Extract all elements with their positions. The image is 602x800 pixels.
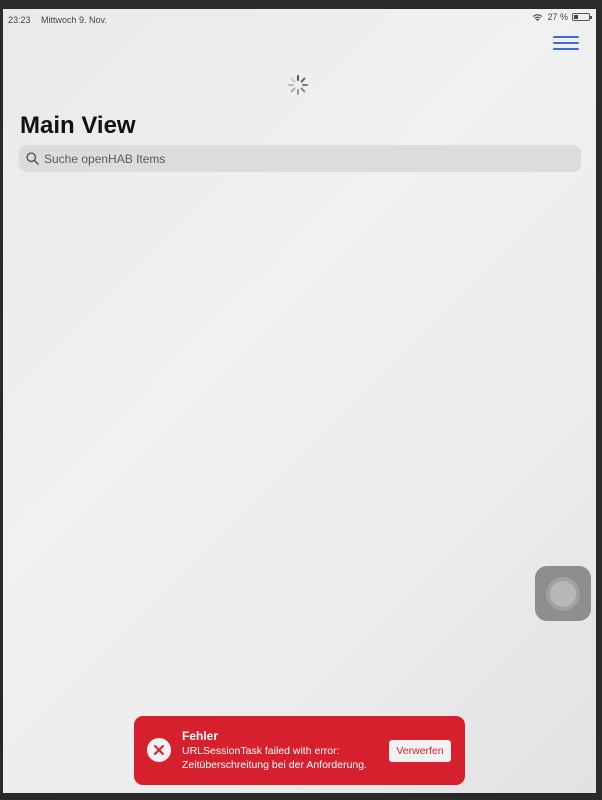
error-toast: Fehler URLSessionTask failed with error:…	[134, 716, 465, 785]
battery-icon	[572, 13, 592, 21]
battery-percentage: 27 %	[547, 12, 568, 22]
wifi-icon	[533, 13, 543, 21]
dismiss-button[interactable]: Verwerfen	[389, 740, 451, 762]
spinner-icon	[288, 75, 308, 95]
toast-title: Fehler	[182, 729, 219, 743]
screen: 23:23 Mittwoch 9. Nov. 27 % Main View Su…	[3, 9, 596, 793]
page-title: Main View	[20, 112, 136, 139]
search-bar[interactable]	[19, 145, 581, 172]
status-bar: 23:23 Mittwoch 9. Nov. 27 %	[3, 9, 596, 29]
search-icon	[26, 152, 39, 165]
assistive-touch-icon[interactable]	[535, 566, 591, 621]
hamburger-menu-icon[interactable]	[553, 36, 579, 50]
toast-message: URLSessionTask failed with error:	[182, 745, 340, 757]
status-date: Mittwoch 9. Nov.	[41, 15, 107, 25]
search-input[interactable]	[44, 151, 544, 166]
close-icon	[147, 738, 171, 762]
toast-message-detail: Zeitüberschreitung bei der Anforderung.	[182, 759, 368, 771]
status-indicators: 27 %	[532, 12, 592, 22]
status-time: 23:23	[8, 15, 31, 25]
